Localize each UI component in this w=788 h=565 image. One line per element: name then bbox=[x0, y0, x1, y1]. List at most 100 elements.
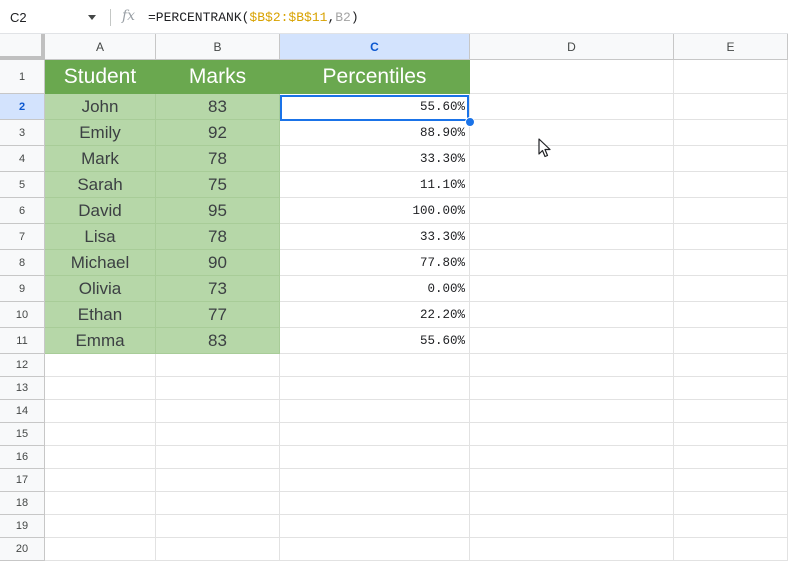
marks-cell[interactable]: 90 bbox=[156, 250, 280, 276]
chevron-down-icon[interactable] bbox=[88, 15, 96, 20]
student-cell[interactable]: Sarah bbox=[45, 172, 156, 198]
empty-cell[interactable] bbox=[45, 492, 156, 515]
marks-cell[interactable]: 92 bbox=[156, 120, 280, 146]
marks-cell[interactable]: 83 bbox=[156, 328, 280, 354]
row-header-19[interactable]: 19 bbox=[0, 515, 45, 538]
column-header-e[interactable]: E bbox=[674, 34, 788, 60]
empty-cell[interactable] bbox=[674, 276, 788, 302]
column-header-c[interactable]: C bbox=[280, 34, 470, 60]
marks-cell[interactable]: 77 bbox=[156, 302, 280, 328]
row-header-8[interactable]: 8 bbox=[0, 250, 45, 276]
empty-cell[interactable] bbox=[45, 446, 156, 469]
empty-cell[interactable] bbox=[674, 354, 788, 377]
empty-cell[interactable] bbox=[470, 400, 674, 423]
empty-cell[interactable] bbox=[674, 492, 788, 515]
empty-cell[interactable] bbox=[470, 250, 674, 276]
empty-cell[interactable] bbox=[470, 120, 674, 146]
percentile-cell[interactable]: 55.60% bbox=[280, 94, 470, 120]
empty-cell[interactable] bbox=[674, 302, 788, 328]
student-cell[interactable]: Olivia bbox=[45, 276, 156, 302]
empty-cell[interactable] bbox=[45, 515, 156, 538]
empty-cell[interactable] bbox=[156, 423, 280, 446]
empty-cell[interactable] bbox=[470, 224, 674, 250]
row-header-20[interactable]: 20 bbox=[0, 538, 45, 561]
student-cell[interactable]: Emma bbox=[45, 328, 156, 354]
empty-cell[interactable] bbox=[674, 400, 788, 423]
empty-cell[interactable] bbox=[674, 328, 788, 354]
row-header-15[interactable]: 15 bbox=[0, 423, 45, 446]
empty-cell[interactable] bbox=[674, 469, 788, 492]
percentile-cell[interactable]: 11.10% bbox=[280, 172, 470, 198]
empty-cell[interactable] bbox=[674, 120, 788, 146]
row-header-11[interactable]: 11 bbox=[0, 328, 45, 354]
empty-cell[interactable] bbox=[45, 354, 156, 377]
row-header-10[interactable]: 10 bbox=[0, 302, 45, 328]
empty-cell[interactable] bbox=[45, 538, 156, 561]
marks-cell[interactable]: 78 bbox=[156, 224, 280, 250]
percentile-cell[interactable]: 0.00% bbox=[280, 276, 470, 302]
empty-cell[interactable] bbox=[280, 515, 470, 538]
row-header-1[interactable]: 1 bbox=[0, 60, 45, 94]
empty-cell[interactable] bbox=[674, 538, 788, 561]
student-cell[interactable]: John bbox=[45, 94, 156, 120]
percentile-cell[interactable]: 100.00% bbox=[280, 198, 470, 224]
row-header-2[interactable]: 2 bbox=[0, 94, 45, 120]
percentile-cell[interactable]: 88.90% bbox=[280, 120, 470, 146]
empty-cell[interactable] bbox=[470, 146, 674, 172]
empty-cell[interactable] bbox=[156, 400, 280, 423]
empty-cell[interactable] bbox=[156, 377, 280, 400]
empty-cell[interactable] bbox=[674, 146, 788, 172]
empty-cell[interactable] bbox=[156, 446, 280, 469]
percentile-cell[interactable]: 22.20% bbox=[280, 302, 470, 328]
header-cell-student[interactable]: Student bbox=[45, 60, 156, 94]
row-header-12[interactable]: 12 bbox=[0, 354, 45, 377]
empty-cell[interactable] bbox=[470, 328, 674, 354]
row-header-7[interactable]: 7 bbox=[0, 224, 45, 250]
empty-cell[interactable] bbox=[470, 276, 674, 302]
percentile-cell[interactable]: 55.60% bbox=[280, 328, 470, 354]
empty-cell[interactable] bbox=[470, 446, 674, 469]
empty-cell[interactable] bbox=[45, 469, 156, 492]
empty-cell[interactable] bbox=[45, 400, 156, 423]
header-cell-percentiles[interactable]: Percentiles bbox=[280, 60, 470, 94]
row-header-13[interactable]: 13 bbox=[0, 377, 45, 400]
row-header-9[interactable]: 9 bbox=[0, 276, 45, 302]
row-header-3[interactable]: 3 bbox=[0, 120, 45, 146]
student-cell[interactable]: David bbox=[45, 198, 156, 224]
empty-cell[interactable] bbox=[470, 492, 674, 515]
empty-cell[interactable] bbox=[280, 492, 470, 515]
empty-cell[interactable] bbox=[674, 250, 788, 276]
empty-cell[interactable] bbox=[674, 94, 788, 120]
empty-cell[interactable] bbox=[45, 377, 156, 400]
empty-cell[interactable] bbox=[156, 469, 280, 492]
empty-cell[interactable] bbox=[280, 423, 470, 446]
empty-cell[interactable] bbox=[470, 538, 674, 561]
empty-cell[interactable] bbox=[156, 538, 280, 561]
empty-cell[interactable] bbox=[470, 423, 674, 446]
formula-input[interactable]: =PERCENTRANK($B$2:$B$11,B2) bbox=[148, 10, 359, 25]
student-cell[interactable]: Lisa bbox=[45, 224, 156, 250]
row-header-18[interactable]: 18 bbox=[0, 492, 45, 515]
row-header-14[interactable]: 14 bbox=[0, 400, 45, 423]
empty-cell[interactable] bbox=[674, 446, 788, 469]
empty-cell[interactable] bbox=[674, 423, 788, 446]
row-header-5[interactable]: 5 bbox=[0, 172, 45, 198]
empty-cell[interactable] bbox=[280, 377, 470, 400]
empty-cell[interactable] bbox=[470, 198, 674, 224]
marks-cell[interactable]: 95 bbox=[156, 198, 280, 224]
marks-cell[interactable]: 83 bbox=[156, 94, 280, 120]
row-header-16[interactable]: 16 bbox=[0, 446, 45, 469]
empty-cell[interactable] bbox=[280, 538, 470, 561]
empty-cell[interactable] bbox=[470, 94, 674, 120]
empty-cell[interactable] bbox=[674, 198, 788, 224]
percentile-cell[interactable]: 33.30% bbox=[280, 224, 470, 250]
row-header-17[interactable]: 17 bbox=[0, 469, 45, 492]
name-box[interactable]: C2 bbox=[0, 0, 105, 34]
empty-cell[interactable] bbox=[280, 446, 470, 469]
marks-cell[interactable]: 75 bbox=[156, 172, 280, 198]
empty-cell[interactable] bbox=[280, 400, 470, 423]
row-header-4[interactable]: 4 bbox=[0, 146, 45, 172]
empty-cell[interactable] bbox=[470, 354, 674, 377]
empty-cell[interactable] bbox=[470, 515, 674, 538]
empty-cell[interactable] bbox=[674, 172, 788, 198]
